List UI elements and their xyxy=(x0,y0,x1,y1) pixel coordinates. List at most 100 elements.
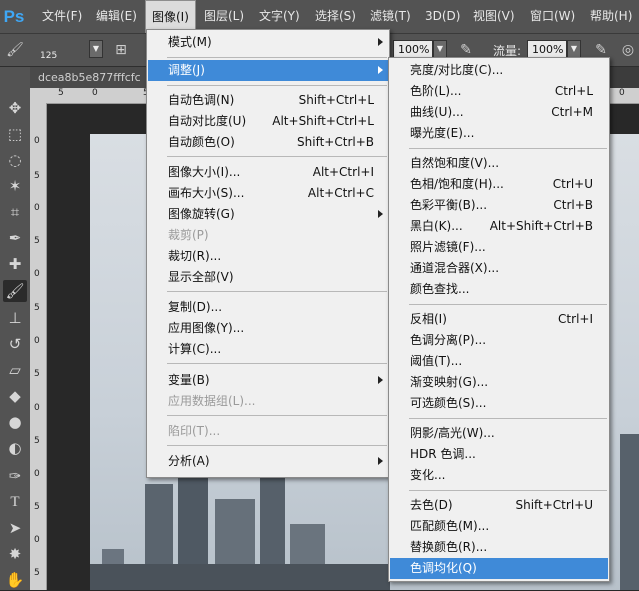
history-brush-tool-icon[interactable]: ↺ xyxy=(3,333,27,355)
menu-item-posterize[interactable]: 色调分离(P)... xyxy=(390,330,608,351)
tools-panel: ✥ ⬚ ◌ ✶ ⌗ ✒ ✚ 🖌 ⊥ ↺ ▱ ◆ ● ◐ ✑ T ➤ ✸ ✋ xyxy=(0,67,31,590)
clone-stamp-tool-icon[interactable]: ⊥ xyxy=(3,307,27,329)
submenu-arrow-icon xyxy=(378,38,383,46)
menu-item-channel-mixer[interactable]: 通道混合器(X)... xyxy=(390,258,608,279)
menu-separator xyxy=(409,304,607,305)
menu-item-image-rotation[interactable]: 图像旋转(G) xyxy=(148,204,388,225)
menu-item-hue-saturation[interactable]: 色相/饱和度(H)... Ctrl+U xyxy=(390,174,608,195)
ruler-tick-label: 0 xyxy=(92,88,98,98)
menu-item-duplicate[interactable]: 复制(D)... xyxy=(148,297,388,318)
opacity-dropdown-icon[interactable]: ▼ xyxy=(433,40,447,58)
menu-item-threshold[interactable]: 阈值(T)... xyxy=(390,351,608,372)
paint-bucket-tool-icon[interactable]: ◆ xyxy=(3,385,27,407)
submenu-arrow-icon xyxy=(378,66,383,74)
menu-separator xyxy=(409,490,607,491)
menu-item-replace-color[interactable]: 替换颜色(R)... xyxy=(390,537,608,558)
menu-item-variations[interactable]: 变化... xyxy=(390,465,608,486)
menu-item-crop: 裁剪(P) xyxy=(168,228,209,242)
menu-item-calculations[interactable]: 计算(C)... xyxy=(148,339,388,360)
ruler-tick-label: 5 xyxy=(34,303,40,313)
marquee-tool-icon[interactable]: ⬚ xyxy=(3,123,27,145)
pressure-size-icon[interactable]: ◎ xyxy=(617,39,639,61)
pen-tool-icon[interactable]: ✑ xyxy=(3,465,27,487)
menu-item-levels[interactable]: 色阶(L)... Ctrl+L xyxy=(390,81,608,102)
adjustments-submenu: 亮度/对比度(C)... 色阶(L)... Ctrl+L 曲线(U)... Ctrl… xyxy=(388,57,610,582)
menu-help[interactable]: 帮助(H) xyxy=(590,0,632,33)
custom-shape-tool-icon[interactable]: ✸ xyxy=(3,543,27,565)
dodge-tool-icon[interactable]: ◐ xyxy=(3,437,27,459)
menu-3d[interactable]: 3D(D) xyxy=(425,0,460,33)
menu-item-auto-color[interactable]: 自动颜色(O) Shift+Ctrl+B xyxy=(148,132,388,153)
menu-item-trim[interactable]: 裁切(R)... xyxy=(148,246,388,267)
menu-item-auto-tone[interactable]: 自动色调(N) Shift+Ctrl+L xyxy=(148,90,388,111)
menu-item-analysis[interactable]: 分析(A) xyxy=(148,451,388,472)
menu-separator xyxy=(167,57,387,58)
lasso-tool-icon[interactable]: ◌ xyxy=(3,149,27,171)
crop-tool-icon[interactable]: ⌗ xyxy=(3,201,27,223)
ruler-tick-label: 5 xyxy=(34,236,40,246)
menu-item-invert[interactable]: 反相(I) Ctrl+I xyxy=(390,309,608,330)
menu-item-match-color[interactable]: 匹配颜色(M)... xyxy=(390,516,608,537)
building xyxy=(620,434,639,590)
menu-item-mode[interactable]: 模式(M) xyxy=(148,32,388,53)
ruler-tick-label: 0 xyxy=(34,269,40,279)
menu-item-color-balance[interactable]: 色彩平衡(B)... Ctrl+B xyxy=(390,195,608,216)
menu-item-reveal-all[interactable]: 显示全部(V) xyxy=(148,267,388,288)
opacity-field[interactable]: 100% xyxy=(393,40,433,58)
brush-preset-picker[interactable]: 125 xyxy=(40,39,62,61)
magic-wand-tool-icon[interactable]: ✶ xyxy=(3,175,27,197)
ruler-tick-label: 0 xyxy=(34,535,40,545)
brush-panel-icon[interactable]: ⊞ xyxy=(110,39,132,61)
hand-tool-icon[interactable]: ✋ xyxy=(3,569,27,591)
eyedropper-tool-icon[interactable]: ✒ xyxy=(3,227,27,249)
document-tab[interactable]: dcea8b5e877fffcfc xyxy=(30,67,150,88)
menu-separator xyxy=(167,445,387,446)
menu-file[interactable]: 文件(F) xyxy=(42,0,82,33)
menu-item-apply-data-set: 应用数据组(L)... xyxy=(168,394,256,408)
menu-view[interactable]: 视图(V) xyxy=(473,0,515,33)
brush-tool-icon[interactable]: 🖌 xyxy=(4,39,26,61)
menu-item-curves[interactable]: 曲线(U)... Ctrl+M xyxy=(390,102,608,123)
ruler-tick-label: 5 xyxy=(34,502,40,512)
menu-item-equalize[interactable]: 色调均化(Q) xyxy=(390,558,608,579)
menu-item-selective-color[interactable]: 可选颜色(S)... xyxy=(390,393,608,414)
ruler-tick-label: 0 xyxy=(34,136,40,146)
menu-item-variables[interactable]: 变量(B) xyxy=(148,370,388,391)
path-selection-tool-icon[interactable]: ➤ xyxy=(3,517,27,539)
menu-separator xyxy=(167,156,387,157)
menu-item-image-size[interactable]: 图像大小(I)... Alt+Ctrl+I xyxy=(148,162,388,183)
menu-item-hdr-toning[interactable]: HDR 色调... xyxy=(390,444,608,465)
menu-item-desaturate[interactable]: 去色(D) Shift+Ctrl+U xyxy=(390,495,608,516)
brush-size-label: 125 xyxy=(40,51,58,61)
menu-item-color-lookup[interactable]: 颜色查找... xyxy=(390,279,608,300)
menu-item-brightness-contrast[interactable]: 亮度/对比度(C)... xyxy=(390,60,608,81)
menu-item-adjustments[interactable]: 调整(J) xyxy=(148,60,388,81)
ruler-tick-label: 5 xyxy=(34,436,40,446)
type-tool-icon[interactable]: T xyxy=(3,491,27,513)
brush-preset-dropdown-icon[interactable]: ▼ xyxy=(89,40,103,58)
menu-item-gradient-map[interactable]: 渐变映射(G)... xyxy=(390,372,608,393)
menu-edit[interactable]: 编辑(E) xyxy=(96,0,137,33)
flow-field[interactable]: 100% xyxy=(527,40,567,58)
brush-tool-icon[interactable]: 🖌 xyxy=(3,280,27,302)
menu-item-apply-image[interactable]: 应用图像(Y)... xyxy=(148,318,388,339)
menu-item-auto-contrast[interactable]: 自动对比度(U) Alt+Shift+Ctrl+L xyxy=(148,111,388,132)
photoshop-logo: Ps xyxy=(3,7,25,26)
move-tool-icon[interactable]: ✥ xyxy=(3,97,27,119)
menu-item-exposure[interactable]: 曝光度(E)... xyxy=(390,123,608,144)
menu-item-shadows-highlights[interactable]: 阴影/高光(W)... xyxy=(390,423,608,444)
menu-window[interactable]: 窗口(W) xyxy=(530,0,575,33)
blur-tool-icon[interactable]: ● xyxy=(3,411,27,433)
menu-item-vibrance[interactable]: 自然饱和度(V)... xyxy=(390,153,608,174)
menu-item-canvas-size[interactable]: 画布大小(S)... Alt+Ctrl+C xyxy=(148,183,388,204)
menu-item-trap: 陷印(T)... xyxy=(168,424,221,438)
healing-brush-tool-icon[interactable]: ✚ xyxy=(3,253,27,275)
menu-item-photo-filter[interactable]: 照片滤镜(F)... xyxy=(390,237,608,258)
ruler-origin[interactable] xyxy=(30,88,46,103)
flow-dropdown-icon[interactable]: ▼ xyxy=(567,40,581,58)
ruler-tick-label: 5 xyxy=(34,369,40,379)
menu-separator xyxy=(167,415,387,416)
ruler-tick-label: 0 xyxy=(34,203,40,213)
menu-item-black-white[interactable]: 黑白(K)... Alt+Shift+Ctrl+B xyxy=(390,216,608,237)
eraser-tool-icon[interactable]: ▱ xyxy=(3,359,27,381)
